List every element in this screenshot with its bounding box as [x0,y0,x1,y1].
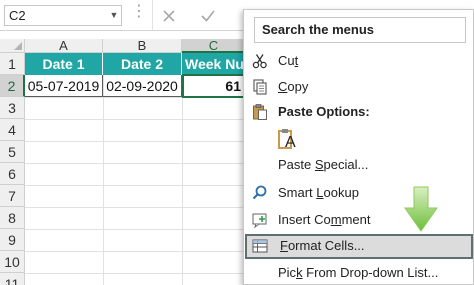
menu-item-insert-comment[interactable]: Insert Comment [245,208,474,233]
cancel-icon[interactable] [160,7,178,25]
paste-option-glyph: A [285,134,296,151]
row-header-8[interactable]: 8 [0,207,25,229]
cell-c2[interactable]: 61 [182,75,246,97]
menu-item-cut[interactable]: Cut [245,49,474,74]
cell-c1[interactable]: Week Nu [182,53,246,75]
menu-item-label: Paste Special... [278,157,369,172]
row-header-5[interactable]: 5 [0,141,25,163]
paste-values-option-button[interactable]: A [277,128,301,154]
context-menu: Search the menus Cut Copy Paste Options: [243,9,474,285]
menu-item-label: Format Cells... [280,238,365,253]
cell-a1[interactable]: Date 1 [25,53,103,75]
clipboard-icon [253,104,267,120]
column-header-b[interactable]: B [103,39,182,53]
scissors-icon [252,54,267,69]
search-menus-input[interactable]: Search the menus [254,17,466,43]
menu-item-copy[interactable]: Copy [245,75,474,100]
row-header-6[interactable]: 6 [0,163,25,185]
row-header-11[interactable]: 11 [0,273,25,285]
menu-item-smart-lookup[interactable]: Smart Lookup [245,181,474,206]
insert-comment-icon [252,213,267,229]
row-header-7[interactable]: 7 [0,185,25,207]
drag-handle-icon[interactable]: ⋮ [131,4,147,26]
menu-item-label: Copy [278,79,309,94]
cell-b1[interactable]: Date 2 [103,53,182,75]
search-icon [252,185,267,200]
copy-icon [253,79,267,95]
row-header-9[interactable]: 9 [0,229,25,251]
row-header-10[interactable]: 10 [0,251,25,273]
name-box[interactable]: C2 ▼ [4,5,122,26]
menu-item-label: Smart Lookup [278,185,359,200]
menu-item-label: Insert Comment [278,212,371,227]
formula-bar-divider [152,0,153,31]
paste-options-heading: Paste Options: [245,100,474,125]
row-header-1[interactable]: 1 [0,53,25,75]
row-header-4[interactable]: 4 [0,119,25,141]
enter-icon[interactable] [199,7,217,25]
menu-item-format-cells[interactable]: Format Cells... [245,234,473,259]
column-header-a[interactable]: A [25,39,103,53]
chevron-down-icon[interactable]: ▼ [107,7,121,24]
row-header-2[interactable]: 2 [0,75,25,97]
menu-item-label: Cut [278,53,299,68]
cell-b2[interactable]: 02-09-2020 [103,75,182,97]
select-all-triangle-icon [14,42,22,50]
menu-item-label: Paste Options: [278,104,370,119]
name-box-value: C2 [9,8,26,23]
search-menus-placeholder: Search the menus [262,22,374,37]
arrow-down-icon [404,186,438,232]
menu-item-pick-from-dropdown[interactable]: Pick From Drop-down List... [245,261,474,285]
column-header-c[interactable]: C [182,39,246,53]
format-cells-icon [252,239,268,253]
menu-item-label: Pick From Drop-down List... [278,265,439,280]
menu-item-paste-special[interactable]: Paste Special... [245,153,474,178]
row-header-3[interactable]: 3 [0,97,25,119]
cell-a2[interactable]: 05-07-2019 [25,75,103,97]
select-all-button[interactable] [0,39,25,53]
